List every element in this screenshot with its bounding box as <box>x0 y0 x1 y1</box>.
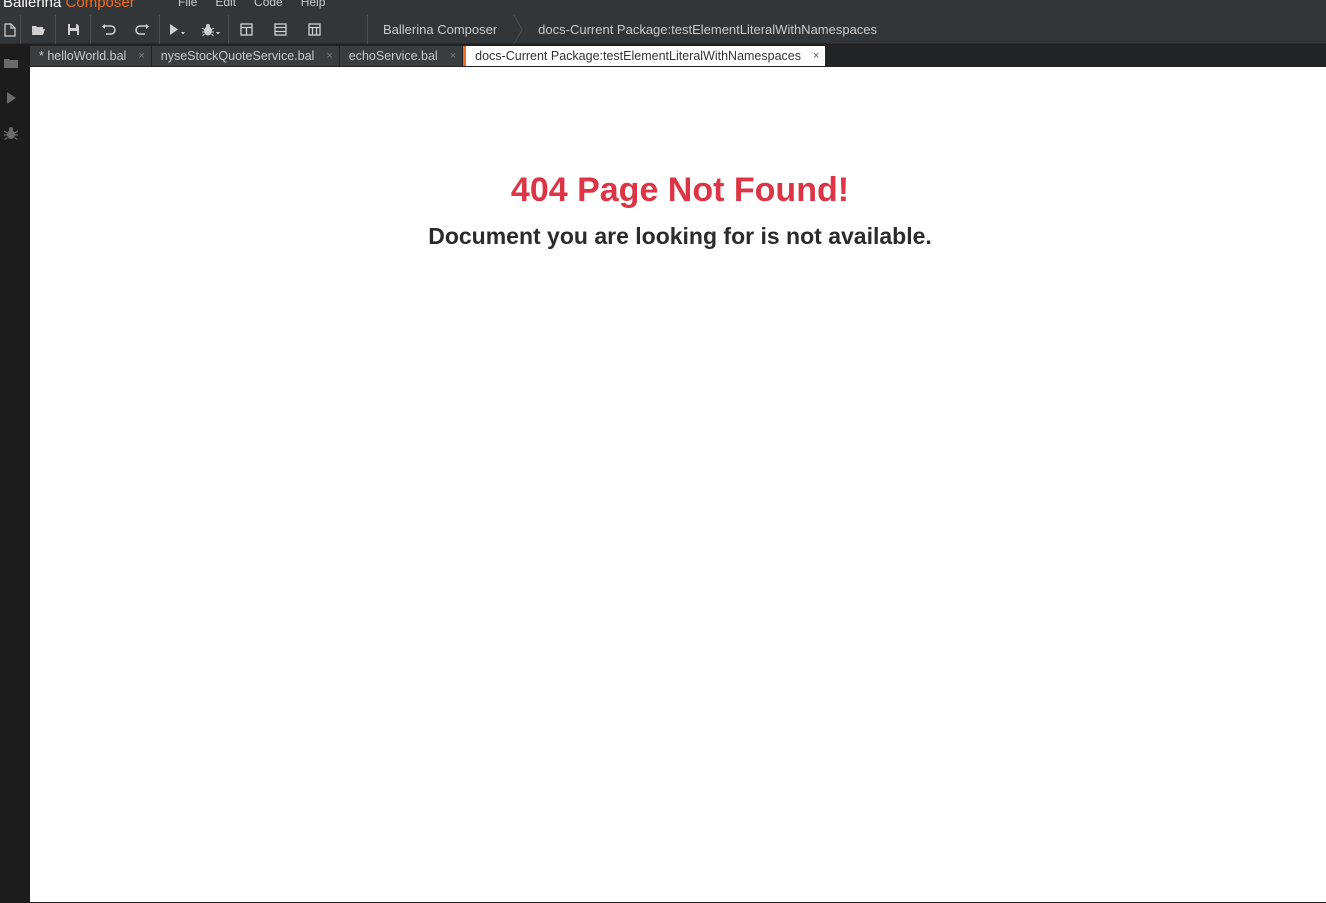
tab-label: docs-Current Package:testElementLiteralW… <box>475 49 801 63</box>
menu-file[interactable]: File <box>178 0 197 9</box>
tab-label: nyseStockQuoteService.bal <box>160 49 315 63</box>
close-icon[interactable]: × <box>138 50 144 62</box>
close-icon[interactable]: × <box>813 50 819 62</box>
debug-button[interactable] <box>194 15 228 44</box>
error-title: 404 Page Not Found! <box>510 171 850 209</box>
open-folder-icon <box>31 25 45 35</box>
run-icon <box>170 23 185 35</box>
layout-full-icon <box>273 23 287 36</box>
chevron-right-icon <box>513 15 523 44</box>
left-activity-bar <box>0 45 30 903</box>
explorer-button[interactable] <box>0 57 22 69</box>
tab-docs-current-package[interactable]: docs-Current Package:testElementLiteralW… <box>463 46 826 66</box>
open-folder-button[interactable] <box>21 15 55 44</box>
editor-tab-bar: * helloWorld.bal × nyseStockQuoteService… <box>30 45 1326 66</box>
toolbar <box>0 15 331 44</box>
tab-nyse-stock-quote-service[interactable]: nyseStockQuoteService.bal × <box>151 46 339 66</box>
breadcrumb: Ballerina Composer docs-Current Package:… <box>367 15 893 44</box>
breadcrumb-item-root[interactable]: Ballerina Composer <box>368 22 513 37</box>
new-file-button[interactable] <box>0 15 20 44</box>
layout-split-icon <box>239 23 253 36</box>
layout-grid-button[interactable] <box>297 15 331 44</box>
close-icon[interactable]: × <box>326 50 332 62</box>
app-brand: Ballerina Composer <box>3 0 135 11</box>
tab-hello-world[interactable]: * helloWorld.bal × <box>30 46 151 66</box>
error-message: Document you are looking for is not avai… <box>428 223 932 249</box>
brand-accent: Composer <box>65 0 135 11</box>
menu-help[interactable]: Help <box>301 0 326 9</box>
bug-icon <box>3 127 19 140</box>
run-button[interactable] <box>160 15 194 44</box>
debug-icon <box>201 23 220 36</box>
tab-echo-service[interactable]: echoService.bal × <box>339 46 463 66</box>
new-file-icon <box>4 22 16 37</box>
brand-main: Ballerina <box>3 0 62 11</box>
save-button[interactable] <box>56 15 90 44</box>
debug-panel-button[interactable] <box>0 125 22 141</box>
breadcrumb-item-current[interactable]: docs-Current Package:testElementLiteralW… <box>523 22 893 37</box>
tab-label: echoService.bal <box>348 49 438 63</box>
run-panel-button[interactable] <box>0 91 22 105</box>
redo-button[interactable] <box>125 15 159 44</box>
layout-full-button[interactable] <box>263 15 297 44</box>
menu-code[interactable]: Code <box>254 0 283 9</box>
save-icon <box>67 24 79 35</box>
redo-icon <box>134 24 149 35</box>
menu-edit[interactable]: Edit <box>215 0 236 9</box>
layout-grid-icon <box>307 23 321 36</box>
document-view: 404 Page Not Found! Document you are loo… <box>30 66 1326 902</box>
undo-button[interactable] <box>91 15 125 44</box>
layout-split-button[interactable] <box>229 15 263 44</box>
play-icon <box>7 92 16 104</box>
folder-icon <box>4 59 18 68</box>
tab-label: * helloWorld.bal <box>39 49 127 63</box>
top-bar: Ballerina Composer File Edit Code Help B… <box>0 0 1326 44</box>
undo-icon <box>101 24 116 35</box>
close-icon[interactable]: × <box>450 50 456 62</box>
menu-bar: File Edit Code Help <box>178 0 343 9</box>
